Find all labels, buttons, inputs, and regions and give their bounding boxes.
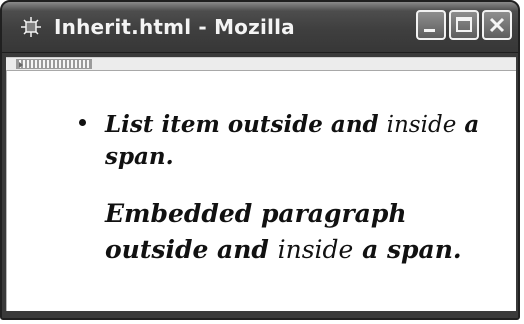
list-item-text-outside: List item outside and — [105, 111, 387, 138]
page-content: List item outside and inside a span. Emb… — [6, 70, 516, 315]
mozilla-star-icon — [18, 15, 44, 39]
toolbar-grip-icon[interactable] — [16, 59, 92, 69]
close-icon — [489, 17, 505, 33]
maximize-icon — [456, 17, 472, 32]
toolbar-arrow-icon — [19, 62, 23, 68]
embedded-paragraph: Embedded paragraph outside and inside a … — [105, 196, 489, 268]
content-list: List item outside and inside a span. Emb… — [79, 109, 489, 293]
paragraph-text-inside: inside — [277, 235, 354, 264]
list-item: List item outside and inside a span. Emb… — [79, 109, 489, 268]
browser-window: Inherit.html - Mozilla List item outside… — [0, 0, 520, 320]
minimize-button[interactable] — [416, 10, 446, 40]
maximize-button[interactable] — [449, 10, 479, 40]
minimize-icon — [424, 29, 435, 32]
title-bar[interactable]: Inherit.html - Mozilla — [2, 2, 518, 53]
list-item-text-inside: inside — [386, 112, 457, 138]
collapsed-toolbar[interactable] — [6, 57, 516, 71]
list-bullet — [79, 119, 86, 126]
window-controls — [416, 10, 512, 40]
window-bottom-frame — [2, 311, 518, 318]
close-button[interactable] — [482, 10, 512, 40]
paragraph-text-after: a span. — [353, 235, 462, 264]
list-item-text: List item outside and inside a span. — [105, 109, 489, 173]
window-title: Inherit.html - Mozilla — [54, 15, 295, 39]
